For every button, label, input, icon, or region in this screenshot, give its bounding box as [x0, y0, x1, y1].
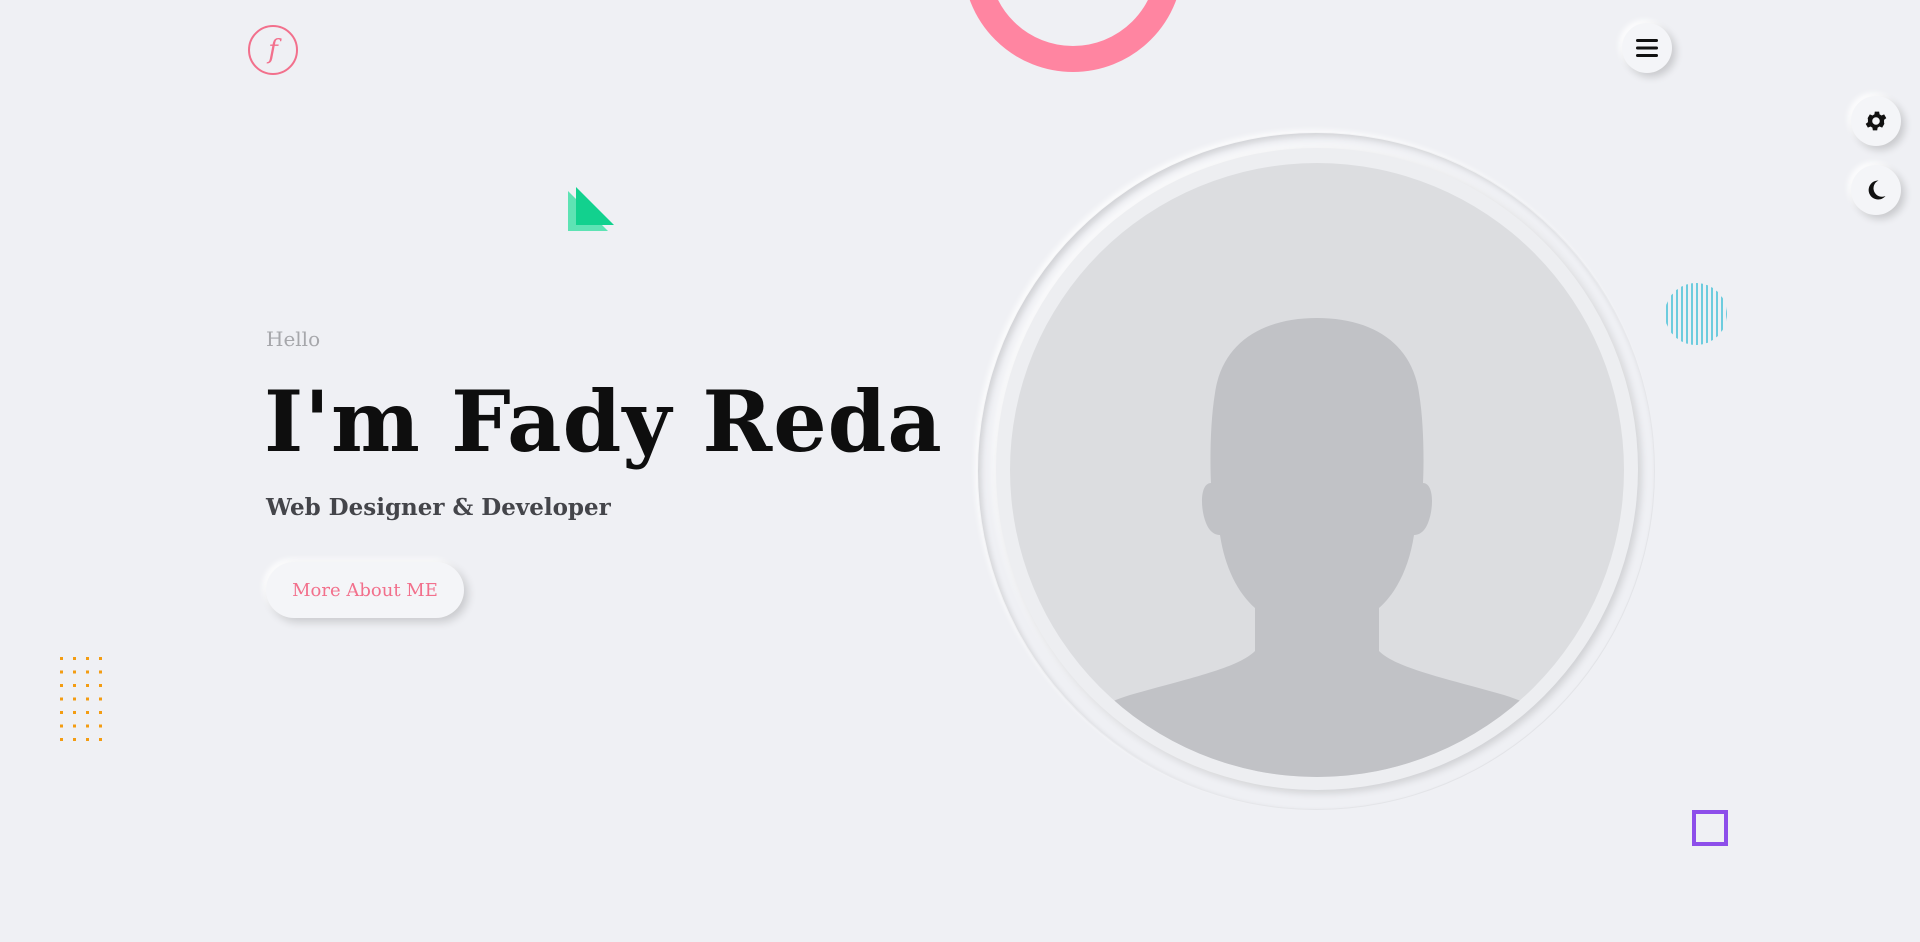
theme-toggle-button[interactable]	[1851, 165, 1901, 215]
avatar	[1010, 163, 1624, 777]
hero-role: Web Designer & Developer	[266, 494, 611, 521]
dot	[73, 724, 76, 728]
logo[interactable]: f	[248, 25, 298, 75]
dot	[60, 724, 63, 728]
dot	[99, 697, 102, 701]
settings-button[interactable]	[1851, 96, 1901, 146]
more-about-me-button[interactable]: More About ME	[266, 562, 464, 618]
dot	[60, 738, 63, 741]
dot	[86, 724, 89, 728]
dot	[99, 738, 102, 741]
dot	[99, 711, 102, 714]
dot	[73, 670, 76, 674]
person-silhouette-icon	[1080, 318, 1554, 777]
dot	[73, 697, 76, 701]
dot	[60, 697, 63, 701]
dot	[99, 684, 102, 687]
moon-icon	[1868, 180, 1886, 200]
dot	[99, 657, 102, 660]
dot-grid-decoration	[60, 657, 102, 741]
dot	[99, 724, 102, 728]
pink-ring-decoration	[969, 0, 1177, 72]
gear-icon	[1865, 111, 1887, 131]
dot	[73, 711, 76, 714]
dot	[86, 670, 89, 674]
greeting-text: Hello	[266, 327, 321, 351]
dot	[60, 711, 63, 714]
dot	[73, 684, 76, 687]
dot	[86, 684, 89, 687]
dot	[60, 657, 63, 660]
dot	[86, 697, 89, 701]
dot	[99, 670, 102, 674]
hamburger-icon	[1636, 39, 1658, 57]
dot	[60, 670, 63, 674]
menu-button[interactable]	[1622, 23, 1672, 73]
square-decoration	[1692, 810, 1728, 846]
triangle-decoration	[568, 187, 614, 231]
dot	[60, 684, 63, 687]
dot	[86, 657, 89, 660]
dot	[73, 657, 76, 660]
hero-name: I'm Fady Reda	[264, 372, 943, 471]
landing-page: f Hello I'm Fady Reda Web Designer & Dev…	[0, 0, 1920, 942]
dot	[86, 711, 89, 714]
striped-circle-decoration	[1666, 283, 1727, 345]
dot	[73, 738, 76, 741]
dot	[86, 738, 89, 741]
logo-letter: f	[268, 35, 278, 65]
